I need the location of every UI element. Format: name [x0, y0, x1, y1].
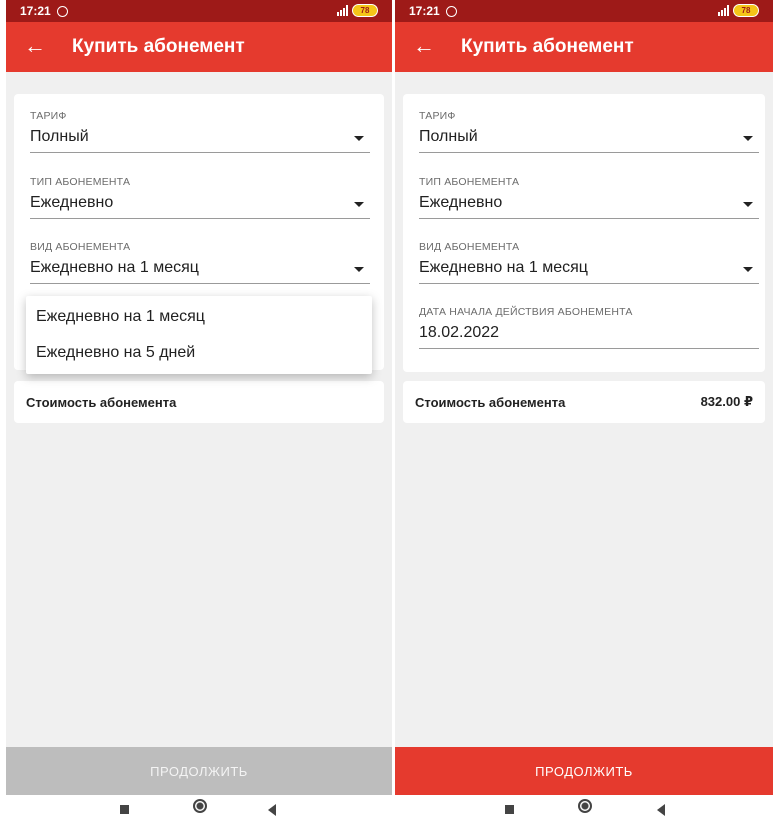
- back-arrow-icon[interactable]: ←: [24, 35, 46, 57]
- subscription-kind-label: ВИД АБОНЕМЕНТА: [419, 241, 520, 253]
- dropdown-arrow-icon: [743, 136, 753, 141]
- alarm-icon: [445, 5, 457, 17]
- dropdown-arrow-icon: [743, 202, 753, 207]
- form-card: ТАРИФ Полный ТИП АБОНЕМЕНТА Ежедневно ВИ…: [403, 94, 765, 372]
- dropdown-arrow-icon: [354, 202, 364, 207]
- subscription-type-field[interactable]: ТИП АБОНЕМЕНТА Ежедневно: [419, 176, 759, 219]
- app-bar: ← Купить абонемент: [6, 22, 392, 72]
- dropdown-option-5-days[interactable]: Ежедневно на 5 дней: [36, 344, 195, 362]
- cost-value: 832.00 ₽: [700, 394, 753, 409]
- home-icon[interactable]: [578, 799, 592, 813]
- page-title: Купить абонемент: [72, 36, 245, 57]
- dropdown-arrow-icon: [354, 267, 364, 272]
- status-indicators: 78: [337, 4, 378, 17]
- home-icon[interactable]: [193, 799, 207, 813]
- status-bar: 17:21 78: [395, 0, 773, 22]
- screen-form-filled: 17:21 78 ← Купить абонемент ТАРИФ Полный…: [395, 0, 773, 822]
- field-underline: [30, 218, 370, 219]
- field-underline: [419, 218, 759, 219]
- dropdown-arrow-icon: [743, 267, 753, 272]
- subscription-kind-value: Ежедневно на 1 месяц: [30, 259, 199, 276]
- field-underline: [30, 152, 370, 153]
- tariff-field[interactable]: ТАРИФ Полный: [30, 110, 370, 153]
- field-underline: [419, 152, 759, 153]
- back-arrow-icon[interactable]: ←: [413, 35, 435, 57]
- field-underline: [419, 283, 759, 284]
- dropdown-option-1-month[interactable]: Ежедневно на 1 месяц: [36, 308, 205, 326]
- subscription-kind-field[interactable]: ВИД АБОНЕМЕНТА Ежедневно на 1 месяц: [30, 241, 370, 284]
- subscription-type-value: Ежедневно: [30, 194, 114, 211]
- screen-dropdown-open: 17:21 78 ← Купить абонемент ТАРИФ Полный…: [6, 0, 392, 822]
- tariff-field[interactable]: ТАРИФ Полный: [419, 110, 759, 153]
- nav-back-icon[interactable]: [268, 804, 276, 816]
- continue-button[interactable]: ПРОДОЛЖИТЬ: [6, 747, 392, 795]
- status-time: 17:21: [409, 4, 440, 18]
- status-time: 17:21: [20, 4, 51, 18]
- cost-card: Стоимость абонемента: [14, 381, 384, 423]
- subscription-type-field[interactable]: ТИП АБОНЕМЕНТА Ежедневно: [30, 176, 370, 219]
- nav-back-icon[interactable]: [657, 804, 665, 816]
- subscription-kind-value: Ежедневно на 1 месяц: [419, 259, 588, 276]
- field-underline: [419, 348, 759, 349]
- continue-button[interactable]: ПРОДОЛЖИТЬ: [395, 747, 773, 795]
- recents-icon[interactable]: [120, 805, 129, 814]
- signal-icon: [718, 5, 729, 16]
- page-title: Купить абонемент: [461, 36, 634, 57]
- start-date-value: 18.02.2022: [419, 324, 500, 341]
- tariff-label: ТАРИФ: [419, 110, 456, 122]
- system-nav-bar: [6, 795, 392, 822]
- dropdown-arrow-icon: [354, 136, 364, 141]
- subscription-type-label: ТИП АБОНЕМЕНТА: [30, 176, 131, 188]
- start-date-label: ДАТА НАЧАЛА ДЕЙСТВИЯ АБОНЕМЕНТА: [419, 306, 633, 318]
- start-date-field[interactable]: ДАТА НАЧАЛА ДЕЙСТВИЯ АБОНЕМЕНТА 18.02.20…: [419, 306, 759, 349]
- subscription-kind-field[interactable]: ВИД АБОНЕМЕНТА Ежедневно на 1 месяц: [419, 241, 759, 284]
- field-underline: [30, 283, 370, 284]
- system-nav-bar: [395, 795, 773, 822]
- app-bar: ← Купить абонемент: [395, 22, 773, 72]
- tariff-value: Полный: [30, 128, 89, 145]
- tariff-label: ТАРИФ: [30, 110, 67, 122]
- subscription-type-label: ТИП АБОНЕМЕНТА: [419, 176, 520, 188]
- alarm-icon: [56, 5, 68, 17]
- recents-icon[interactable]: [505, 805, 514, 814]
- battery-icon: 78: [733, 4, 759, 17]
- tariff-value: Полный: [419, 128, 478, 145]
- status-indicators: 78: [718, 4, 759, 17]
- cost-card: Стоимость абонемента 832.00 ₽: [403, 381, 765, 423]
- subscription-type-value: Ежедневно: [419, 194, 503, 211]
- cost-label: Стоимость абонемента: [415, 394, 566, 410]
- dropdown-menu: Ежедневно на 1 месяц Ежедневно на 5 дней: [26, 296, 372, 374]
- battery-icon: 78: [352, 4, 378, 17]
- cost-label: Стоимость абонемента: [26, 394, 177, 410]
- subscription-kind-label: ВИД АБОНЕМЕНТА: [30, 241, 131, 253]
- status-bar: 17:21 78: [6, 0, 392, 22]
- signal-icon: [337, 5, 348, 16]
